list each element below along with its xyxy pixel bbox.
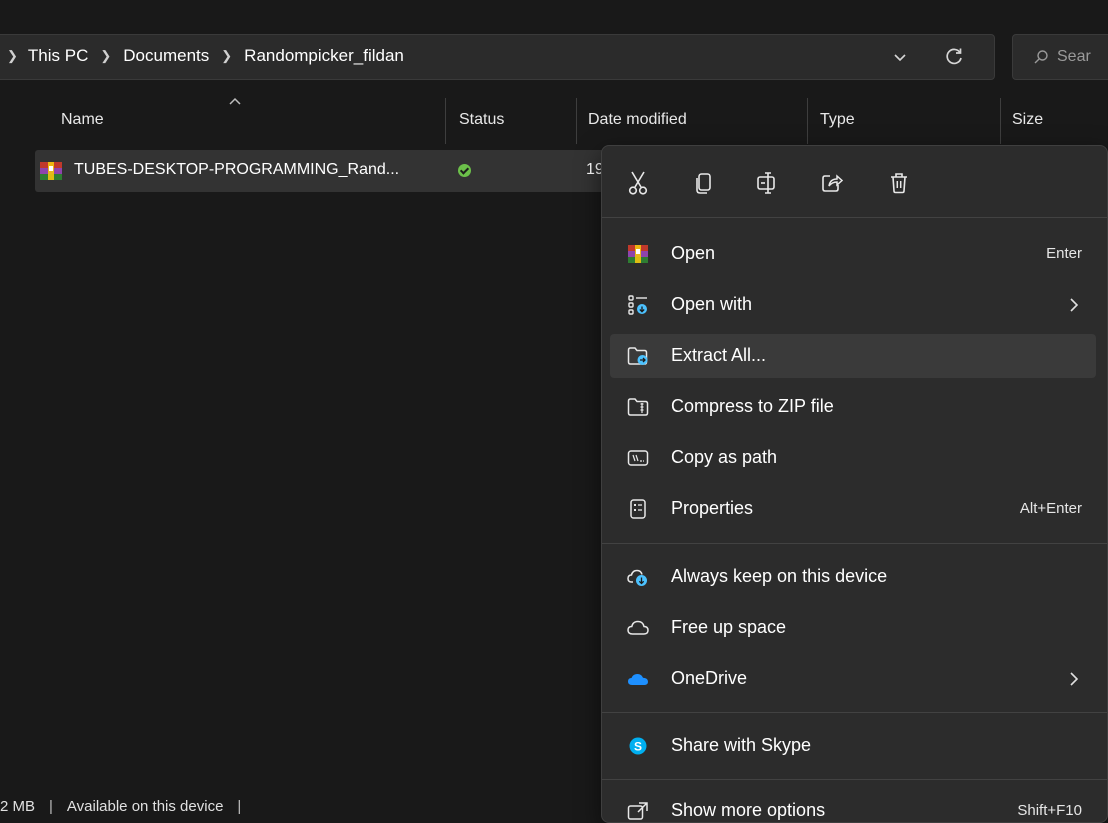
menu-item-label: Free up space [671, 617, 787, 637]
cloud-outline-icon [627, 620, 649, 635]
column-divider[interactable] [807, 98, 808, 144]
chevron-right-icon [1070, 298, 1079, 312]
winrar-archive-icon [628, 245, 648, 263]
context-menu: Open Enter Open with Extract All... Comp… [601, 145, 1108, 823]
share-button[interactable] [815, 166, 849, 200]
status-bar: 2 MB | Available on this device | [0, 790, 255, 823]
menu-item-label: Properties [671, 498, 754, 518]
rename-icon [757, 172, 775, 194]
breadcrumb-documents[interactable]: Documents [123, 46, 209, 66]
breadcrumb-overflow-chevron-icon[interactable]: ❯ [7, 48, 18, 64]
status-separator: | [49, 798, 53, 815]
menu-item-label: Open with [671, 294, 753, 314]
availability-status: Available on this device [66, 798, 224, 815]
cut-button[interactable] [621, 166, 655, 200]
open-with-icon [628, 295, 647, 315]
skype-icon: S [629, 737, 647, 755]
delete-button[interactable] [882, 166, 916, 200]
breadcrumb-separator-icon[interactable]: ❯ [100, 48, 111, 64]
search-placeholder: Sear [1057, 48, 1091, 65]
zip-folder-icon [627, 398, 649, 416]
cut-icon [628, 171, 648, 195]
menu-divider [602, 712, 1107, 713]
search-box[interactable]: Sear [1012, 34, 1108, 80]
column-header-date-modified[interactable]: Date modified [588, 92, 687, 148]
winrar-archive-icon [40, 162, 62, 180]
address-toolbar: ❯ This PC ❯ Documents ❯ Randompicker_fil… [0, 0, 1108, 84]
column-headers: Name Status Date modified Type Size [0, 92, 1108, 148]
copy-icon [696, 173, 711, 194]
column-divider[interactable] [576, 98, 577, 144]
menu-item-free-up-space[interactable]: Free up space [610, 606, 1096, 650]
breadcrumb-current-folder[interactable]: Randompicker_fildan [244, 46, 404, 66]
column-divider[interactable] [1000, 98, 1001, 144]
delete-icon [891, 173, 907, 194]
menu-item-label: Copy as path [671, 447, 778, 467]
menu-item-label: Share with Skype [671, 735, 812, 755]
address-history-dropdown-icon[interactable] [891, 48, 909, 66]
copy-path-icon [627, 450, 649, 466]
search-icon [1034, 50, 1048, 64]
chevron-right-icon [1070, 672, 1079, 686]
properties-icon [630, 499, 646, 519]
column-header-size[interactable]: Size [1012, 92, 1043, 148]
selected-size: 2 MB [0, 798, 36, 815]
menu-item-copy-as-path[interactable]: Copy as path [610, 436, 1096, 480]
column-header-type[interactable]: Type [820, 92, 855, 148]
menu-divider [602, 543, 1107, 544]
rename-button[interactable] [751, 166, 785, 200]
menu-item-label: Open [671, 243, 716, 263]
menu-item-show-more-options[interactable]: Show more options Shift+F10 [610, 789, 1096, 823]
svg-text:S: S [634, 739, 642, 753]
show-more-icon [627, 802, 648, 820]
menu-item-label: Show more options [671, 800, 826, 820]
menu-item-label: OneDrive [671, 668, 748, 688]
column-divider[interactable] [445, 98, 446, 144]
menu-item-shortcut: Alt+Enter [1019, 500, 1082, 517]
share-icon [822, 174, 843, 192]
breadcrumb: ❯ This PC ❯ Documents ❯ Randompicker_fil… [7, 46, 404, 66]
extract-folder-icon [627, 347, 648, 365]
breadcrumb-this-pc[interactable]: This PC [28, 46, 88, 66]
menu-item-label: Always keep on this device [671, 566, 888, 586]
status-separator: | [237, 798, 242, 815]
copy-button[interactable] [687, 166, 721, 200]
menu-item-properties[interactable]: Properties Alt+Enter [610, 487, 1096, 531]
available-status-icon [458, 164, 471, 177]
column-header-name[interactable]: Name [61, 92, 104, 148]
menu-item-label: Compress to ZIP file [671, 396, 834, 416]
breadcrumb-separator-icon[interactable]: ❯ [221, 48, 232, 64]
menu-item-extract-all[interactable]: Extract All... [610, 334, 1096, 378]
menu-item-shortcut: Enter [1046, 245, 1082, 262]
menu-item-open[interactable]: Open Enter [610, 232, 1096, 276]
sort-ascending-icon [229, 97, 241, 105]
column-header-status[interactable]: Status [459, 92, 504, 148]
cloud-sync-icon [627, 569, 647, 586]
menu-divider [602, 217, 1107, 218]
refresh-icon[interactable] [943, 46, 965, 68]
file-row[interactable]: TUBES-DESKTOP-PROGRAMMING_Rand... 19 [35, 150, 635, 192]
menu-item-onedrive[interactable]: OneDrive [610, 657, 1096, 701]
menu-item-label: Extract All... [671, 345, 767, 365]
menu-item-shortcut: Shift+F10 [1017, 802, 1082, 819]
menu-item-open-with[interactable]: Open with [610, 283, 1096, 327]
file-name: TUBES-DESKTOP-PROGRAMMING_Rand... [74, 161, 400, 178]
address-bar[interactable]: ❯ This PC ❯ Documents ❯ Randompicker_fil… [0, 34, 995, 80]
menu-item-always-keep[interactable]: Always keep on this device [610, 555, 1096, 599]
menu-item-compress-zip[interactable]: Compress to ZIP file [610, 385, 1096, 429]
menu-divider [602, 779, 1107, 780]
onedrive-icon [628, 674, 648, 685]
menu-item-share-skype[interactable]: S Share with Skype [610, 724, 1096, 768]
